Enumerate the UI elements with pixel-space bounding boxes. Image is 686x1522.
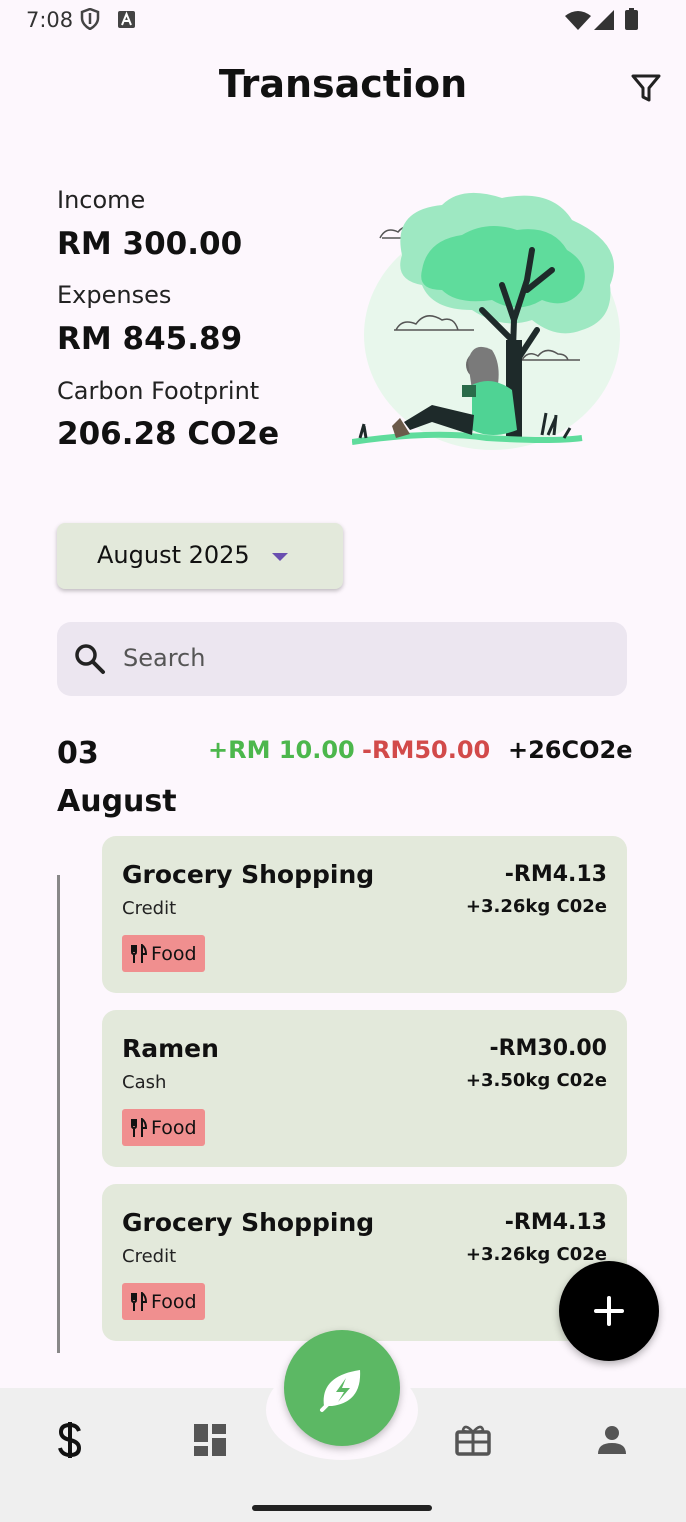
home-indicator — [252, 1505, 432, 1511]
carbon-label: Carbon Footprint — [57, 377, 260, 405]
income-label: Income — [57, 186, 146, 214]
carbon-value: 206.28 CO2e — [57, 416, 280, 452]
transaction-amount: -RM4.13 — [504, 1210, 607, 1235]
search-bar[interactable] — [57, 622, 627, 696]
search-input[interactable] — [123, 640, 603, 676]
utensils-icon — [131, 1117, 148, 1137]
person-icon — [598, 1426, 626, 1454]
payment-method: Cash — [122, 1072, 167, 1093]
expenses-value: RM 845.89 — [57, 321, 243, 357]
plus-icon — [594, 1296, 624, 1326]
nav-transactions[interactable] — [48, 1418, 92, 1462]
add-transaction-button[interactable] — [559, 1261, 659, 1361]
filter-button[interactable] — [628, 70, 664, 106]
filter-icon — [631, 74, 661, 102]
signal-icon — [594, 10, 614, 34]
utensils-icon — [131, 943, 148, 963]
eco-lightning-icon — [320, 1370, 361, 1412]
dashboard-icon — [194, 1424, 226, 1456]
expenses-label: Expenses — [57, 281, 172, 309]
nav-dashboard[interactable] — [188, 1418, 232, 1462]
gift-icon — [455, 1425, 491, 1456]
transaction-card[interactable]: Ramen Cash -RM30.00 +3.50kg C02e Food — [102, 1010, 627, 1167]
battery-icon — [625, 8, 638, 34]
category-label: Food — [151, 1116, 197, 1139]
day-co2-total: +26CO2e — [508, 736, 633, 764]
eco-action-button[interactable] — [284, 1330, 400, 1446]
nav-profile[interactable] — [590, 1418, 634, 1462]
timeline-line — [57, 875, 60, 1353]
wifi-icon — [565, 10, 591, 34]
a-badge-icon — [118, 11, 135, 32]
transaction-name: Grocery Shopping — [122, 1208, 375, 1237]
transaction-name: Ramen — [122, 1034, 219, 1063]
status-bar: 7:08 — [0, 0, 686, 40]
month-label: August 2025 — [97, 541, 250, 569]
transaction-name: Grocery Shopping — [122, 860, 375, 889]
month-selector[interactable]: August 2025 — [57, 523, 343, 589]
page-title: Transaction — [218, 62, 468, 106]
category-tag: Food — [122, 1109, 205, 1146]
transaction-card[interactable]: Grocery Shopping Credit -RM4.13 +3.26kg … — [102, 1184, 627, 1341]
search-icon — [73, 642, 107, 680]
dollar-icon — [58, 1422, 82, 1458]
transaction-amount: -RM4.13 — [504, 862, 607, 887]
day-expense-total: -RM50.00 — [362, 736, 491, 764]
transaction-co2: +3.26kg C02e — [465, 896, 607, 917]
utensils-icon — [131, 1291, 148, 1311]
category-tag: Food — [122, 935, 205, 972]
category-label: Food — [151, 942, 197, 965]
category-tag: Food — [122, 1283, 205, 1320]
transaction-card[interactable]: Grocery Shopping Credit -RM4.13 +3.26kg … — [102, 836, 627, 993]
chevron-down-icon — [272, 553, 288, 561]
day-income-total: +RM 10.00 — [208, 736, 355, 764]
day-month: August — [57, 784, 177, 819]
transaction-co2: +3.50kg C02e — [465, 1070, 607, 1091]
transaction-amount: -RM30.00 — [489, 1036, 607, 1061]
shield-icon — [80, 7, 100, 34]
income-value: RM 300.00 — [57, 226, 243, 262]
payment-method: Credit — [122, 1246, 177, 1267]
tree-reading-illustration — [351, 190, 622, 455]
day-number: 03 — [57, 736, 99, 771]
nav-rewards[interactable] — [451, 1418, 495, 1462]
category-label: Food — [151, 1290, 197, 1313]
status-time: 7:08 — [26, 8, 74, 32]
payment-method: Credit — [122, 898, 177, 919]
